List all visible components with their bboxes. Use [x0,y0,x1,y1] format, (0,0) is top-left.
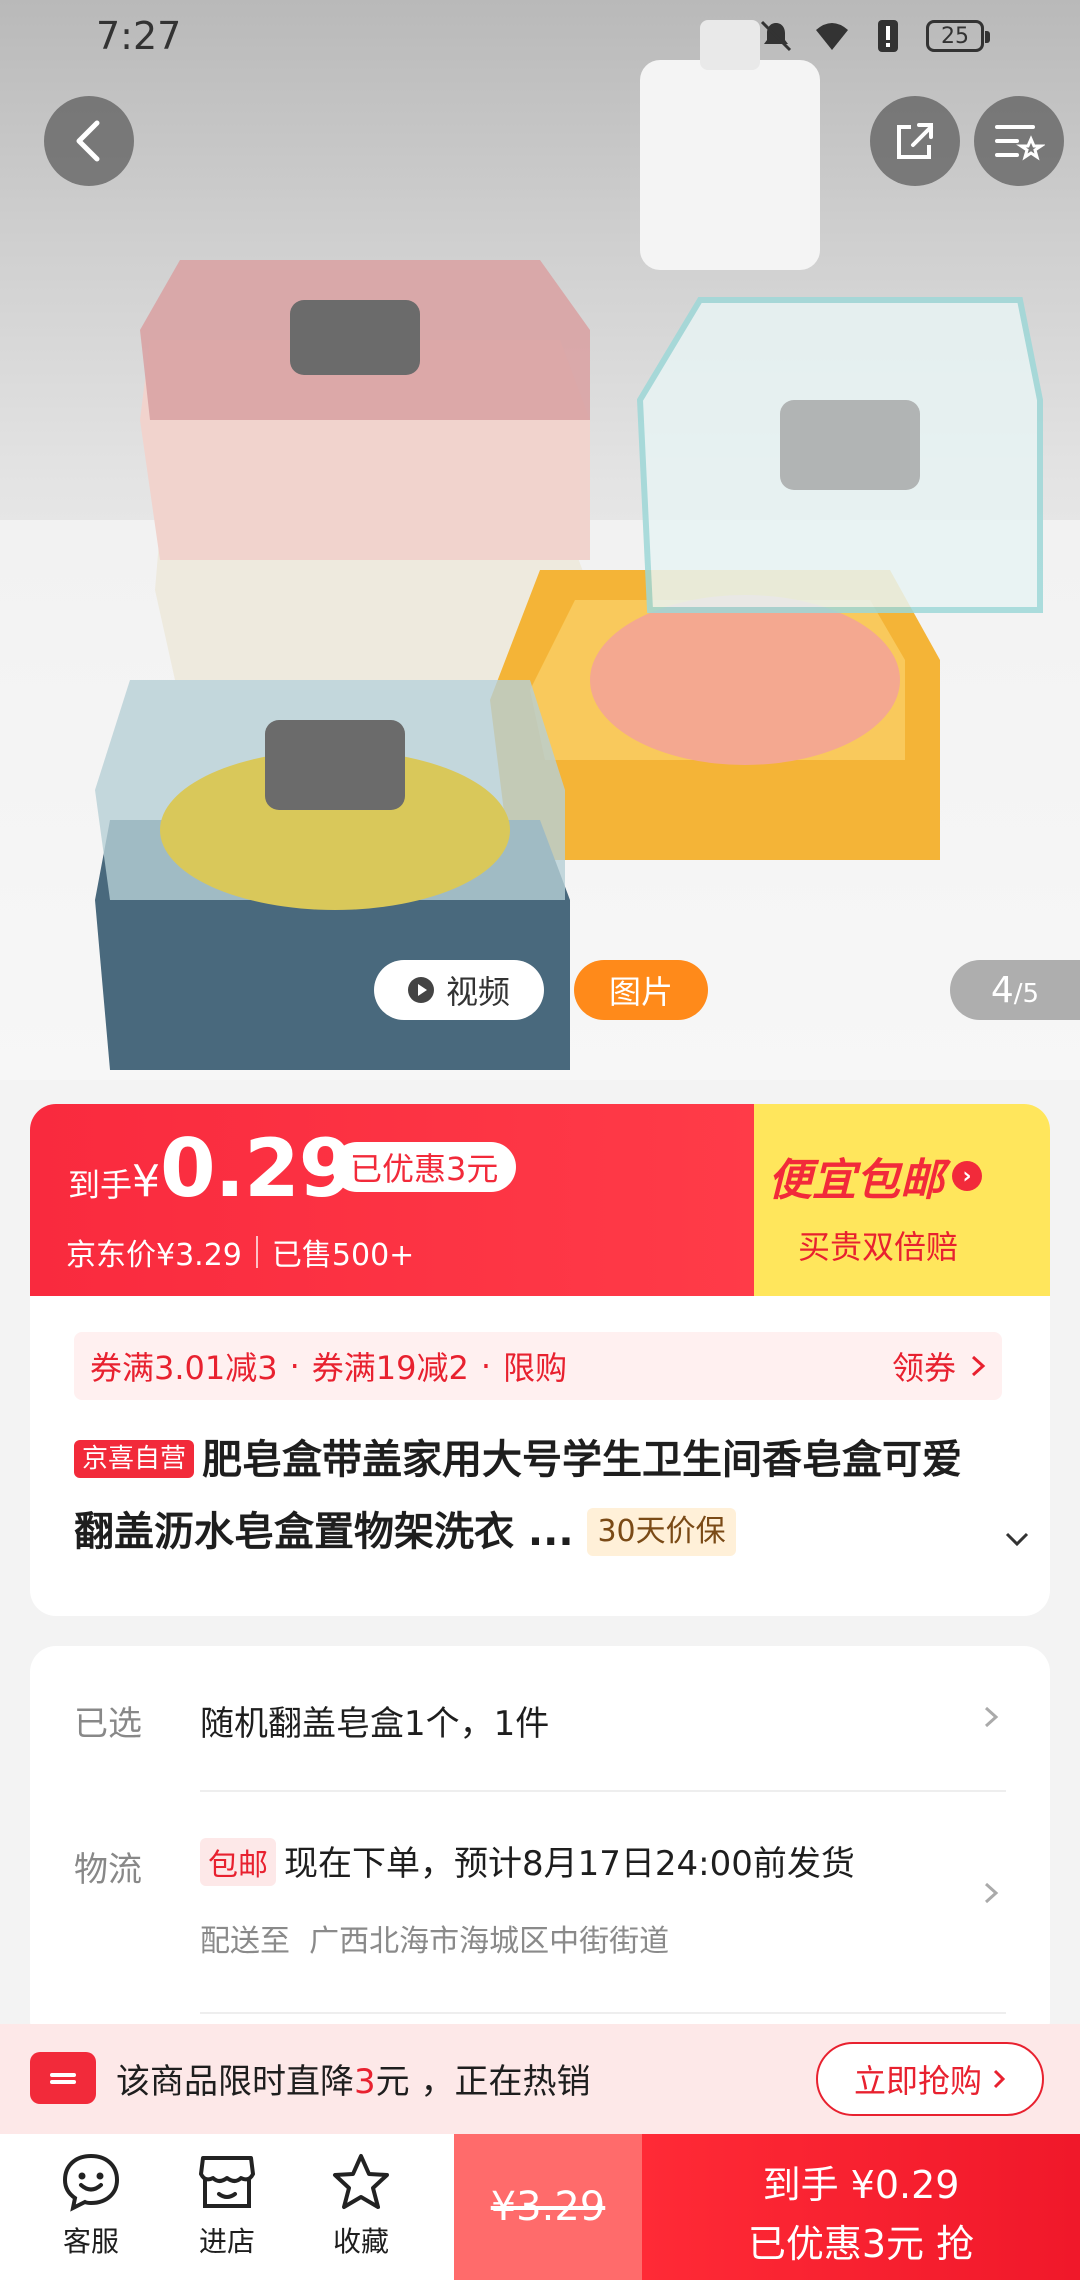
notice-text: 该商品限时直降3元 ，正在热销 [116,2054,590,2103]
image-pager: 4 /5 [950,960,1080,1020]
status-icons: 25 [758,18,990,54]
star-icon [333,2154,389,2209]
notice-button-label: 立即抢购 [853,2062,982,2100]
coupon-item: 券满3.01减3 [90,1349,278,1387]
store-label: 进店 [198,2225,255,2258]
free-shipping-tag: 包邮 [200,1838,276,1886]
original-price-button[interactable]: ¥3.29 [454,2134,642,2280]
price-banner-left: 到手 ¥ 0.29 已优惠3元 京东价¥3.29 已售500+ [30,1104,754,1296]
get-coupon-button[interactable]: 领券 [892,1343,986,1389]
share-button[interactable] [870,96,960,186]
chevron-right-icon [993,2069,1006,2089]
battery-icon: 25 [926,20,990,52]
buy-now-notice-button[interactable]: 立即抢购 [816,2042,1044,2116]
address-text: 广西北海市海城区中街街道 [309,1924,670,1959]
coupon-separator: · [480,1347,492,1385]
back-button[interactable] [44,96,134,186]
self-operated-tag: 京喜自营 [74,1440,195,1478]
divider [200,2012,1006,2014]
discount-badge: 已优惠3元 [332,1142,517,1192]
tab-video[interactable]: 视频 [374,960,544,1020]
more-menu-button[interactable] [974,96,1064,186]
smiley-chat-icon [62,2153,120,2212]
favorite-label: 收藏 [332,2225,389,2258]
final-price: 到手 ¥ 0.29 [68,1122,354,1215]
jd-price: 京东价¥3.29 [66,1238,242,1273]
pager-total: /5 [1013,979,1040,1009]
notice-highlight: 3 [354,2062,376,2102]
price-drop-notice: 该商品限时直降3元 ，正在热销 立即抢购 [0,2024,1080,2134]
chevron-right-icon: › [952,1161,982,1191]
status-bar: 7:27 25 [0,0,1080,72]
shipping-label: 物流 [74,1850,142,1890]
favorite-button[interactable]: 收藏 [306,2152,416,2260]
promo-subtitle: 买贵双倍赔 [798,1228,959,1266]
options-card: 已选 随机翻盖皂盒1个，1件 物流 包邮 现在下单，预计8月17日24:00前发货… [30,1646,1050,2046]
bottom-action-bar: 客服 进店 收藏 ¥3.29 到手 ¥0.29 已优惠3元 抢 [0,2134,1080,2280]
price-currency: ¥ [132,1156,161,1207]
notice-text-after: 元 ，正在热销 [375,2062,591,2102]
store-icon [199,2156,255,2208]
chevron-right-icon [971,1355,986,1377]
price-guarantee-tag[interactable]: 30天价保 [587,1508,736,1556]
selected-label: 已选 [74,1704,142,1744]
tab-video-label: 视频 [445,973,510,1011]
mute-bell-icon [760,20,792,52]
buy-now-button[interactable]: 到手 ¥0.29 已优惠3元 抢 [642,2134,1080,2280]
customer-service-button[interactable]: 客服 [36,2152,146,2260]
tab-photo-label: 图片 [608,973,673,1011]
chevron-right-icon [984,1706,999,1728]
buy-now-discount: 已优惠3元 抢 [747,2222,975,2266]
get-coupon-label: 领券 [891,1349,956,1387]
delivery-address: 配送至 广西北海市海城区中街街道 [200,1916,669,1960]
shipping-row[interactable]: 物流 包邮 现在下单，预计8月17日24:00前发货 配送至 广西北海市海城区中街… [30,1792,1050,2012]
product-image-gallery[interactable]: 7:27 25 视频 图片 4 /5 [0,0,1080,1080]
pager-current: 4 [990,970,1014,1011]
shipping-eta: 现在下单，预计8月17日24:00前发货 [284,1844,855,1884]
coupon-bar[interactable]: 券满3.01减3 · 券满19减2 · 限购 领券 [74,1332,1002,1400]
coupon-item: 限购 [503,1349,568,1387]
list-star-icon [995,125,1045,161]
service-label: 客服 [62,2225,119,2258]
price-card: 到手 ¥ 0.29 已优惠3元 京东价¥3.29 已售500+ 便宜包邮 › 买… [30,1104,1050,1616]
original-price: ¥3.29 [490,2184,606,2230]
share-icon [897,123,933,159]
chevron-right-icon [984,1882,999,1904]
selected-option-row[interactable]: 已选 随机翻盖皂盒1个，1件 [30,1646,1050,1796]
price-prefix: 到手 [68,1166,133,1204]
price-subinfo: 京东价¥3.29 已售500+ [66,1230,414,1274]
signal-alert-icon [878,20,898,52]
menu-badge-icon [30,2052,96,2104]
chevron-left-icon [76,120,100,162]
tab-photo[interactable]: 图片 [574,960,708,1020]
enter-store-button[interactable]: 进店 [172,2152,282,2260]
promo-banner[interactable]: 便宜包邮 › 买贵双倍赔 [754,1104,1050,1296]
divider [255,1236,258,1268]
price-banner: 到手 ¥ 0.29 已优惠3元 京东价¥3.29 已售500+ 便宜包邮 › 买… [30,1104,1050,1296]
wifi-icon [816,23,848,50]
status-time: 7:27 [96,14,182,58]
notice-text-before: 该商品限时直降 [116,2062,354,2102]
selected-value: 随机翻盖皂盒1个，1件 [200,1704,550,1744]
buy-now-price: 到手 ¥0.29 [762,2163,960,2207]
price-value: 0.29 [160,1122,354,1215]
deliver-to-label: 配送至 [200,1924,290,1959]
chevron-down-icon[interactable] [1002,1524,1032,1554]
product-title-text: 肥皂盒带盖家用大号学生卫生间香皂盒可爱翻盖沥水皂盒置物架洗衣 ... [74,1437,963,1555]
promo-title-text: 便宜包邮 [768,1155,944,1206]
media-tabs: 视频 图片 4 /5 [0,960,1080,1022]
coupon-separator: · [289,1347,300,1385]
product-title: 京喜自营 肥皂盒带盖家用大号学生卫生间香皂盒可爱翻盖沥水皂盒置物架洗衣 ... 3… [74,1424,974,1568]
coupon-item: 券满19减2 [311,1349,469,1387]
promo-title: 便宜包邮 › [768,1144,982,1208]
shipping-info: 包邮 现在下单，预计8月17日24:00前发货 [200,1836,855,1886]
play-icon [407,977,434,1003]
sold-count: 已售500+ [271,1238,415,1273]
